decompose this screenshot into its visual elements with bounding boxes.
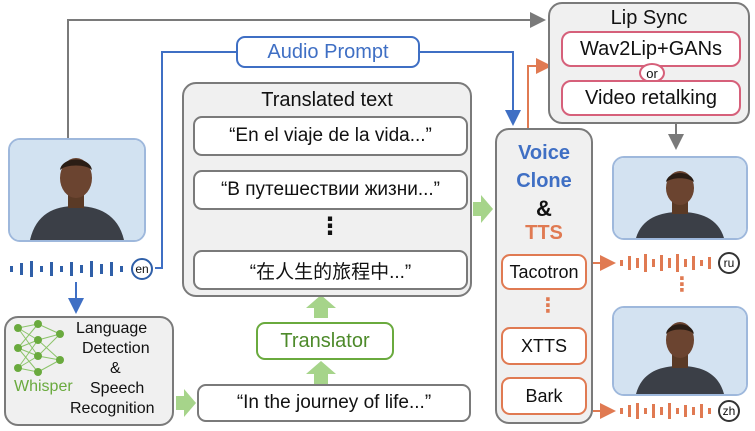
- lip-sync-title: Lip Sync: [610, 7, 688, 29]
- ampersand-label: &: [536, 196, 552, 221]
- asr-ampersand: &: [110, 360, 121, 377]
- output-video-zh: [612, 306, 748, 396]
- asr-detection: Detection: [82, 340, 150, 357]
- voice-to-lipsync-line: [527, 58, 552, 128]
- translation-ellipsis: ⋮: [318, 213, 342, 240]
- asr-to-text-arrow: [176, 389, 196, 417]
- source-text: “In the journey of life...”: [197, 384, 471, 422]
- translator-box: Translator: [256, 322, 394, 360]
- translation-russian: “В путешествии жизни...”: [193, 170, 468, 210]
- voice-label: Voice: [518, 142, 570, 164]
- clone-label: Clone: [516, 170, 572, 192]
- translation-spanish: “En el viaje de la vida...”: [193, 116, 468, 156]
- asr-speech: Speech: [90, 380, 145, 397]
- output-waveform-ru: [620, 254, 711, 272]
- translation-chinese: “在人生的旅程中...”: [193, 250, 468, 290]
- asr-language: Language: [76, 320, 148, 337]
- audio-prompt-label: Audio Prompt: [236, 36, 420, 68]
- tts-label: TTS: [525, 222, 563, 244]
- lang-badge-en: en: [131, 258, 153, 280]
- outputs-ellipsis: ⋮: [672, 274, 692, 296]
- wav2lip-option: Wav2Lip+GANs: [561, 31, 741, 67]
- neural-network-icon: [14, 320, 64, 376]
- translated-text-title: Translated text: [261, 89, 393, 111]
- output-waveform-zh: [620, 403, 711, 419]
- bark-model: Bark: [501, 377, 587, 415]
- whisper-label: Whisper: [14, 378, 73, 395]
- lang-badge-zh: zh: [718, 400, 740, 422]
- speaker-image-ru: [614, 158, 746, 238]
- asr-recognition: Recognition: [70, 400, 155, 417]
- input-video-thumbnail: [8, 138, 146, 242]
- translator-to-texts-arrow: [306, 295, 336, 318]
- video-retalking-option: Video retalking: [561, 80, 741, 116]
- speaker-image: [10, 140, 144, 240]
- lang-badge-ru: ru: [718, 252, 740, 274]
- input-waveform: [10, 261, 123, 277]
- models-ellipsis: ⋮: [538, 295, 558, 317]
- text-to-voice-arrow: [473, 195, 493, 223]
- tacotron-model: Tacotron: [501, 254, 587, 290]
- xtts-model: XTTS: [501, 327, 587, 365]
- speaker-image-zh: [614, 308, 746, 394]
- source-to-translator-arrow: [306, 361, 336, 384]
- output-video-ru: [612, 156, 748, 240]
